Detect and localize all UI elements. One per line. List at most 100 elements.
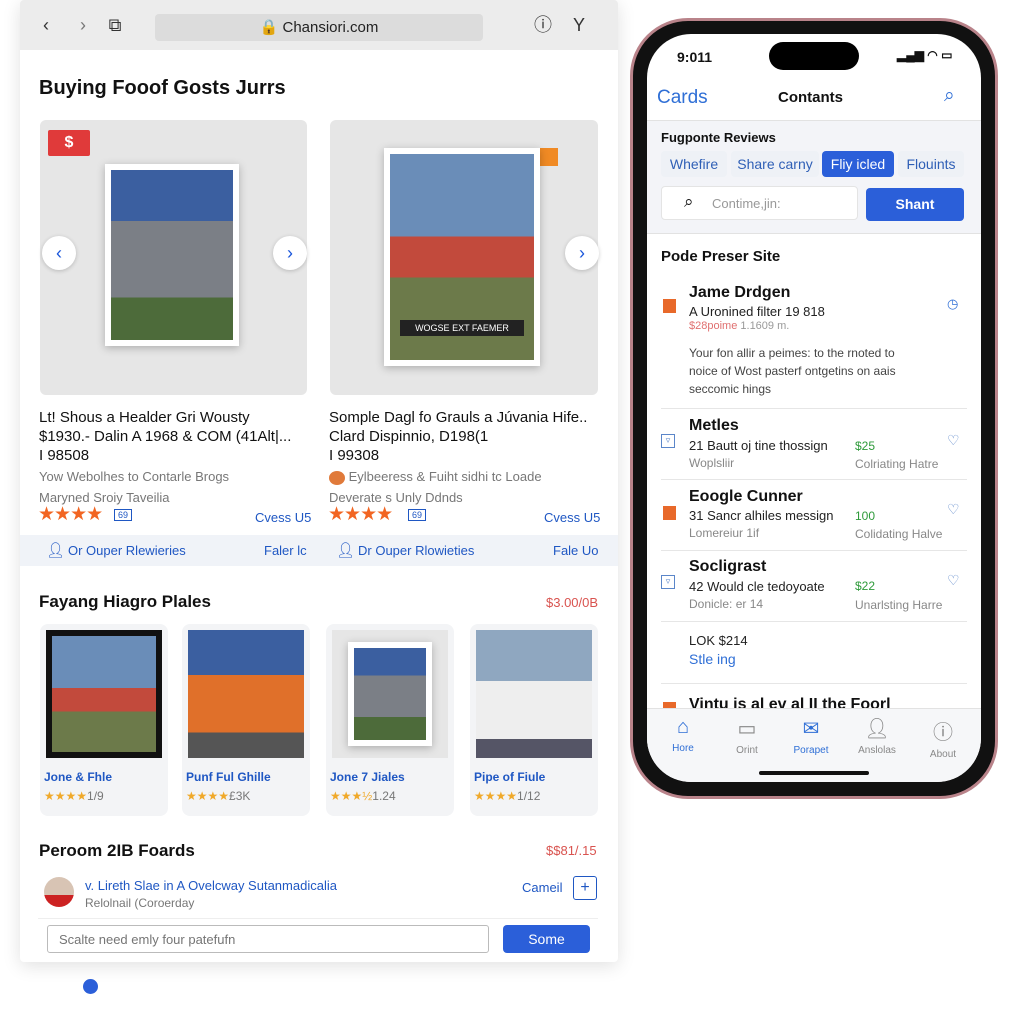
extra-link[interactable]: Stle ing <box>689 651 736 667</box>
item-status: Colidating Halve <box>855 527 943 541</box>
back-button[interactable]: Cards <box>657 87 708 109</box>
thumbnail-card[interactable]: Jone & Fhle ★★★★1/9 <box>40 624 168 816</box>
mail-icon: ✉ <box>802 718 820 740</box>
clock-icon[interactable]: ◷ <box>947 296 958 312</box>
filter-icon[interactable]: Y <box>568 14 590 36</box>
filter-chip-active[interactable]: Fliy icled <box>822 151 894 177</box>
product-title[interactable]: Lt! Shous a Healder Gri Wousty <box>39 408 319 427</box>
tablet-icon: ▭ <box>737 718 757 740</box>
sale-badge: $ <box>48 130 90 156</box>
thumbnail-card[interactable]: Jone 7 Jiales ★★★½1.24 <box>326 624 454 816</box>
forward-icon[interactable]: › <box>72 14 94 36</box>
search-icon[interactable]: ⌕ <box>944 85 955 107</box>
item-price: $25 <box>855 439 876 453</box>
avatar-icon <box>329 470 345 485</box>
product-title[interactable]: Somple Dagl fo Grauls a Júvania Hife.. <box>329 408 609 427</box>
tab-home[interactable]: ⌂ Hore <box>653 716 713 754</box>
item-body: Your fon allir a peimes: to the rnoted t… <box>689 346 896 396</box>
item-title[interactable]: Jame Drdgen <box>689 284 790 302</box>
carousel-next-button[interactable]: › <box>565 236 599 270</box>
list-title: Pode Preser Site <box>661 248 781 265</box>
user-icon: 👤︎ <box>46 542 66 559</box>
row-title[interactable]: v. Lireth Slae in A Ovelcway Sutanmadica… <box>85 878 337 893</box>
product-desc: Yow Webolhes to Contarle Brogs <box>39 469 230 484</box>
home-icon: ⌂ <box>676 716 690 738</box>
star-rating: ★★★★ <box>328 504 393 525</box>
item-rating: ★★★★1/9 <box>44 789 104 803</box>
info-icon: ⓘ <box>933 722 953 744</box>
section-price: $$81/.15 <box>546 843 597 858</box>
item-name: Jone & Fhle <box>44 770 113 784</box>
product-subtitle: $1930.- Dalin A 1968 & COM (41Alt|... <box>39 428 292 445</box>
tab-orint[interactable]: ▭ Orint <box>717 716 777 756</box>
cvess-link[interactable]: Cvess U5 <box>255 510 311 525</box>
heart-icon[interactable]: ♡ <box>947 432 960 449</box>
card-photo: WOGSE EXT FAEMER <box>384 148 540 366</box>
add-button[interactable]: + <box>573 876 597 900</box>
cvess-link[interactable]: Cvess U5 <box>544 510 600 525</box>
reviews-link[interactable]: Or Ouper Rlewieries <box>68 543 186 558</box>
filter-chip[interactable]: Flouints <box>898 151 964 177</box>
meta: 1.1609 m. <box>740 320 790 332</box>
address-bar[interactable]: 🔒 Chansiori.com <box>155 14 483 41</box>
item-name: Punf Ful Ghille <box>186 770 271 784</box>
footer-action[interactable]: Faler lc <box>264 543 307 558</box>
item-name: Jone 7 Jiales <box>330 770 405 784</box>
item-title[interactable]: Socligrast <box>689 558 766 576</box>
search-field[interactable]: ⌕ Contime,jin: <box>661 186 858 220</box>
comment-input[interactable] <box>47 925 489 953</box>
item-rating: ★★★½1.24 <box>330 789 396 803</box>
item-subtitle: 21 Bautt oj tine thossign <box>689 438 828 453</box>
product-card-image[interactable]: $ ‹ › <box>40 120 307 395</box>
product-card-image[interactable]: WOGSE EXT FAEMER › <box>330 120 599 395</box>
item-title[interactable]: Metles <box>689 417 739 435</box>
filter-chip[interactable]: Whefire <box>661 151 727 177</box>
submit-button[interactable]: Some <box>503 925 590 953</box>
stars: ★★★★ <box>186 789 230 803</box>
filters-title: Fugponte Reviews <box>661 130 776 145</box>
search-button[interactable]: Shant <box>866 188 964 221</box>
item-icon <box>663 506 676 520</box>
item-meta: $28poime 1.1609 m. <box>689 320 789 332</box>
search-placeholder: Contime,jin: <box>712 196 781 211</box>
info-icon[interactable]: ⓘ <box>532 14 554 36</box>
home-indicator <box>759 771 869 775</box>
user-icon: 👤︎ <box>336 542 356 559</box>
comment-row: Some <box>38 918 598 958</box>
tab-porapet[interactable]: ✉ Porapet <box>781 716 841 756</box>
heart-icon[interactable]: ♡ <box>947 572 960 589</box>
stars: ★★★½ <box>330 789 373 803</box>
item-name: Pipe of Fiule <box>474 770 546 784</box>
thumbnail-card[interactable]: Pipe of Fiule ★★★★1/12 <box>470 624 598 816</box>
section-title: Peroom 2IB Foards <box>39 841 195 860</box>
section-title: Buying Fooof Gosts Jurrs <box>39 77 286 99</box>
item-title[interactable]: Eoogle Cunner <box>689 488 803 506</box>
tabs-icon[interactable]: ⧉ <box>104 14 126 36</box>
back-icon[interactable]: ‹ <box>35 14 57 36</box>
tab-anslolas[interactable]: 👤︎ Anslolas <box>847 716 907 756</box>
phone-screen: 9:011 ▂▄▆ ◠ ▭ Cards Contants ⌕ Fugponte … <box>647 34 981 782</box>
screen-title: Contants <box>778 89 843 106</box>
divider <box>661 550 967 551</box>
thumbnail-card[interactable]: Punf Ful Ghille ★★★★£3K <box>182 624 310 816</box>
dynamic-island <box>769 42 859 70</box>
reviews-link[interactable]: Dr Ouper Rlowieties <box>358 543 474 558</box>
carousel-prev-button[interactable]: ‹ <box>42 236 76 270</box>
stars: ★★★★ <box>474 789 518 803</box>
count: £3K <box>229 789 251 803</box>
item-rating: ★★★★£3K <box>186 789 250 803</box>
page-indicator-dot[interactable] <box>83 979 98 994</box>
filter-chip[interactable]: Share carny <box>731 151 819 177</box>
tab-label: Orint <box>736 745 758 756</box>
footer-action[interactable]: Fale Uo <box>553 543 599 558</box>
tab-about[interactable]: ⓘ About <box>913 716 973 760</box>
item-meta: Donicle: er 14 <box>689 597 764 611</box>
rating-badge: 69 <box>114 509 133 521</box>
carousel-next-button[interactable]: › <box>273 236 307 270</box>
cameil-link[interactable]: Cameil <box>522 880 562 895</box>
card-banner: WOGSE EXT FAEMER <box>400 320 524 336</box>
divider <box>661 408 967 409</box>
product-desc: Eylbeeress & Fuiht sidhi tc Loade <box>329 467 609 486</box>
heart-icon[interactable]: ♡ <box>947 501 960 518</box>
count: 1/12 <box>517 789 541 803</box>
